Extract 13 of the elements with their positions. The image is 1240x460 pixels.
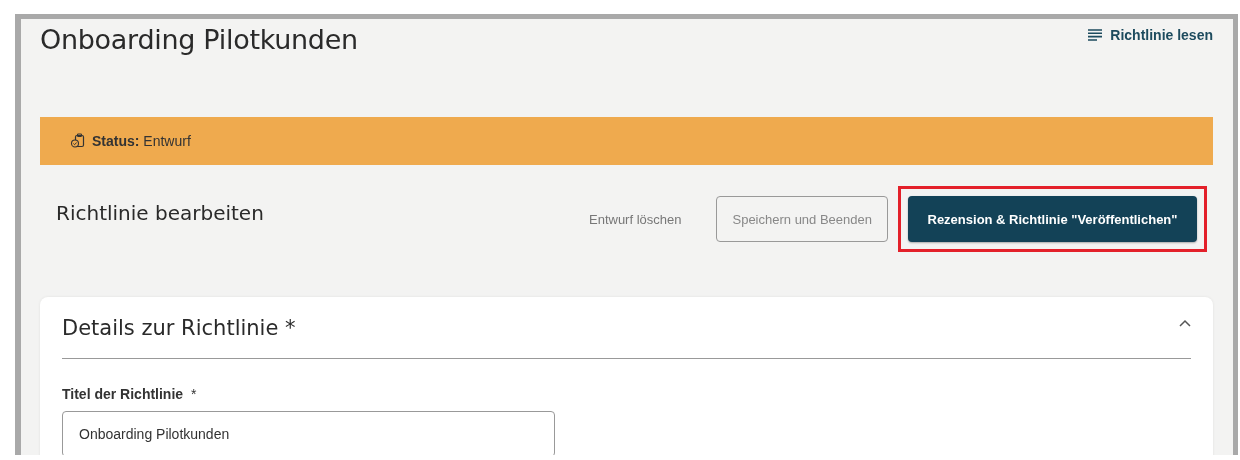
clipboard-check-icon <box>70 133 86 149</box>
status-text: Status: Entwurf <box>92 133 191 149</box>
field-label: Titel der Richtlinie <box>62 386 184 402</box>
read-policy-link[interactable]: Richtlinie lesen <box>1088 27 1213 43</box>
publish-button[interactable]: Rezension & Richtlinie "Veröffentlichen" <box>908 196 1197 242</box>
required-mark: * <box>191 386 197 402</box>
title-input[interactable]: Onboarding Pilotkunden <box>62 411 555 455</box>
section-title: Richtlinie bearbeiten <box>56 201 264 225</box>
chevron-up-icon[interactable] <box>1179 319 1191 327</box>
lines-icon <box>1088 29 1103 41</box>
card-title: Details zur Richtlinie * <box>62 316 296 340</box>
delete-draft-button[interactable]: Entwurf löschen <box>589 196 697 242</box>
page-title: Onboarding Pilotkunden <box>40 24 358 55</box>
